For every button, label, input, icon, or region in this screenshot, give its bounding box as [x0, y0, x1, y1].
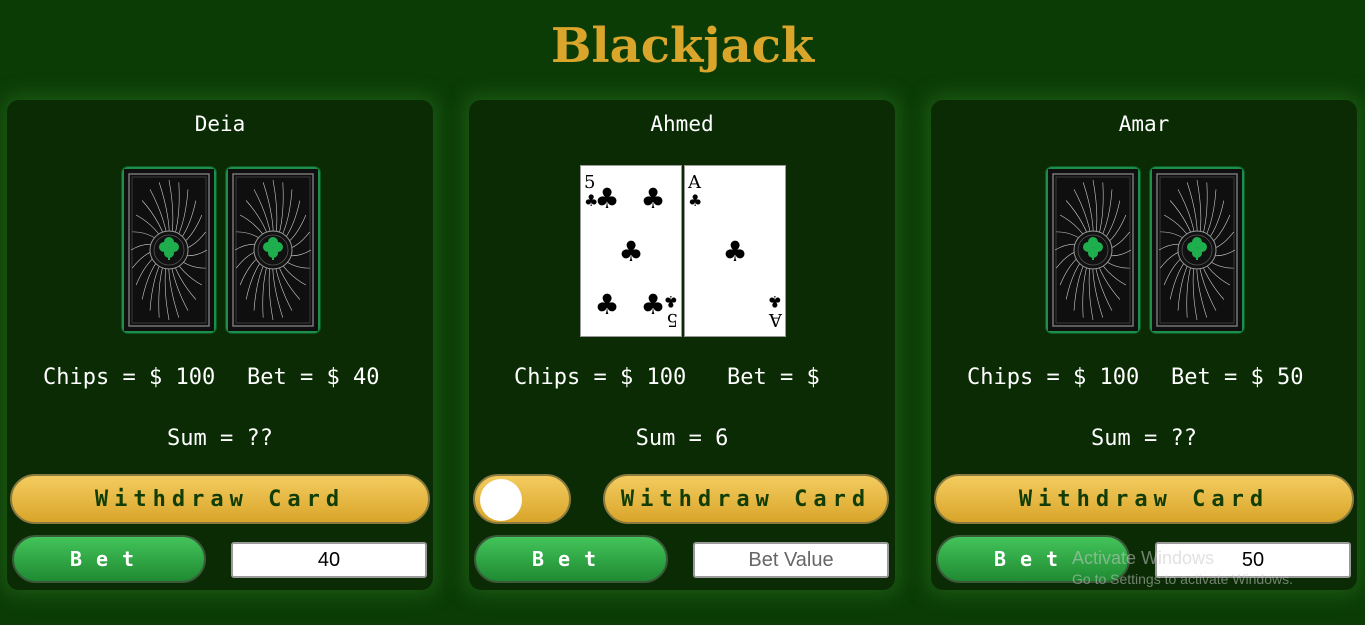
playing-card-ace-clubs: A ♣ ♣ A ♣ [684, 165, 786, 337]
bet-button[interactable]: Bet [474, 535, 668, 583]
card-rank: 5 [667, 309, 678, 330]
card-area [931, 165, 1357, 335]
card-back-art [124, 169, 214, 331]
card-suit: ♣ [688, 191, 702, 210]
player-name: Ahmed [650, 112, 714, 136]
chips-label: Chips = $ 100 [967, 365, 1140, 390]
card-back [1048, 169, 1138, 331]
toggle-knob[interactable] [480, 479, 522, 521]
card-back-art [1152, 169, 1242, 331]
player-name: Amar [1118, 112, 1170, 136]
watermark-line2: Go to Settings to activate Windows. [1072, 571, 1293, 587]
toggle-switch[interactable] [473, 474, 571, 524]
club-pip: ♣ [618, 235, 643, 268]
player-panel-ahmed: Ahmed 5 ♣ ♣ ♣ ♣ ♣ ♣ 5 ♣ A ♣ ♣ A ♣ Chips … [469, 100, 895, 590]
card-back [124, 169, 214, 331]
page-title: Blackjack [550, 18, 815, 74]
card-rank: A [768, 309, 783, 330]
bet-input[interactable] [231, 542, 427, 578]
card-back-art [228, 169, 318, 331]
sum-label: Sum = ?? [167, 426, 273, 451]
club-pip: ♣ [722, 235, 747, 268]
card-rank: A [687, 172, 702, 193]
watermark-line1: Activate Windows [1072, 548, 1215, 568]
chips-label: Chips = $ 100 [43, 365, 216, 390]
sum-label: Sum = ?? [1091, 426, 1197, 451]
club-pip: ♣ [594, 182, 619, 215]
card-area: 5 ♣ ♣ ♣ ♣ ♣ ♣ 5 ♣ A ♣ ♣ A ♣ [469, 165, 895, 337]
club-pip: ♣ [640, 288, 665, 321]
card-back [1152, 169, 1242, 331]
windows-activation-watermark: Activate Windows Go to Settings to activ… [1072, 548, 1293, 587]
card-suit: ♣ [664, 292, 678, 311]
card-suit: ♣ [768, 292, 782, 311]
bet-amount-label: Bet = $ 40 [247, 365, 380, 390]
bet-amount-label: Bet = $ [727, 365, 820, 390]
withdraw-card-button[interactable]: Withdraw Card [10, 474, 430, 524]
card-area [7, 165, 433, 335]
player-panel-amar: Amar Chips = $ 100 Bet = $ 50 Sum = ?? W… [931, 100, 1357, 590]
sum-label: Sum = 6 [635, 426, 729, 451]
bet-amount-label: Bet = $ 50 [1171, 365, 1304, 390]
card-back [228, 169, 318, 331]
player-name: Deia [194, 112, 246, 136]
club-pip: ♣ [640, 182, 665, 215]
card-back-art [1048, 169, 1138, 331]
withdraw-card-button[interactable]: Withdraw Card [934, 474, 1354, 524]
playing-card-5-clubs: 5 ♣ ♣ ♣ ♣ ♣ ♣ 5 ♣ [580, 165, 682, 337]
player-panel-deia: Deia Chips = $ 100 Bet = $ 40 Sum = ?? W… [7, 100, 433, 590]
chips-label: Chips = $ 100 [514, 365, 687, 390]
withdraw-card-button[interactable]: Withdraw Card [603, 474, 889, 524]
bet-input[interactable] [693, 542, 889, 578]
bet-button[interactable]: Bet [12, 535, 206, 583]
club-pip: ♣ [594, 288, 619, 321]
